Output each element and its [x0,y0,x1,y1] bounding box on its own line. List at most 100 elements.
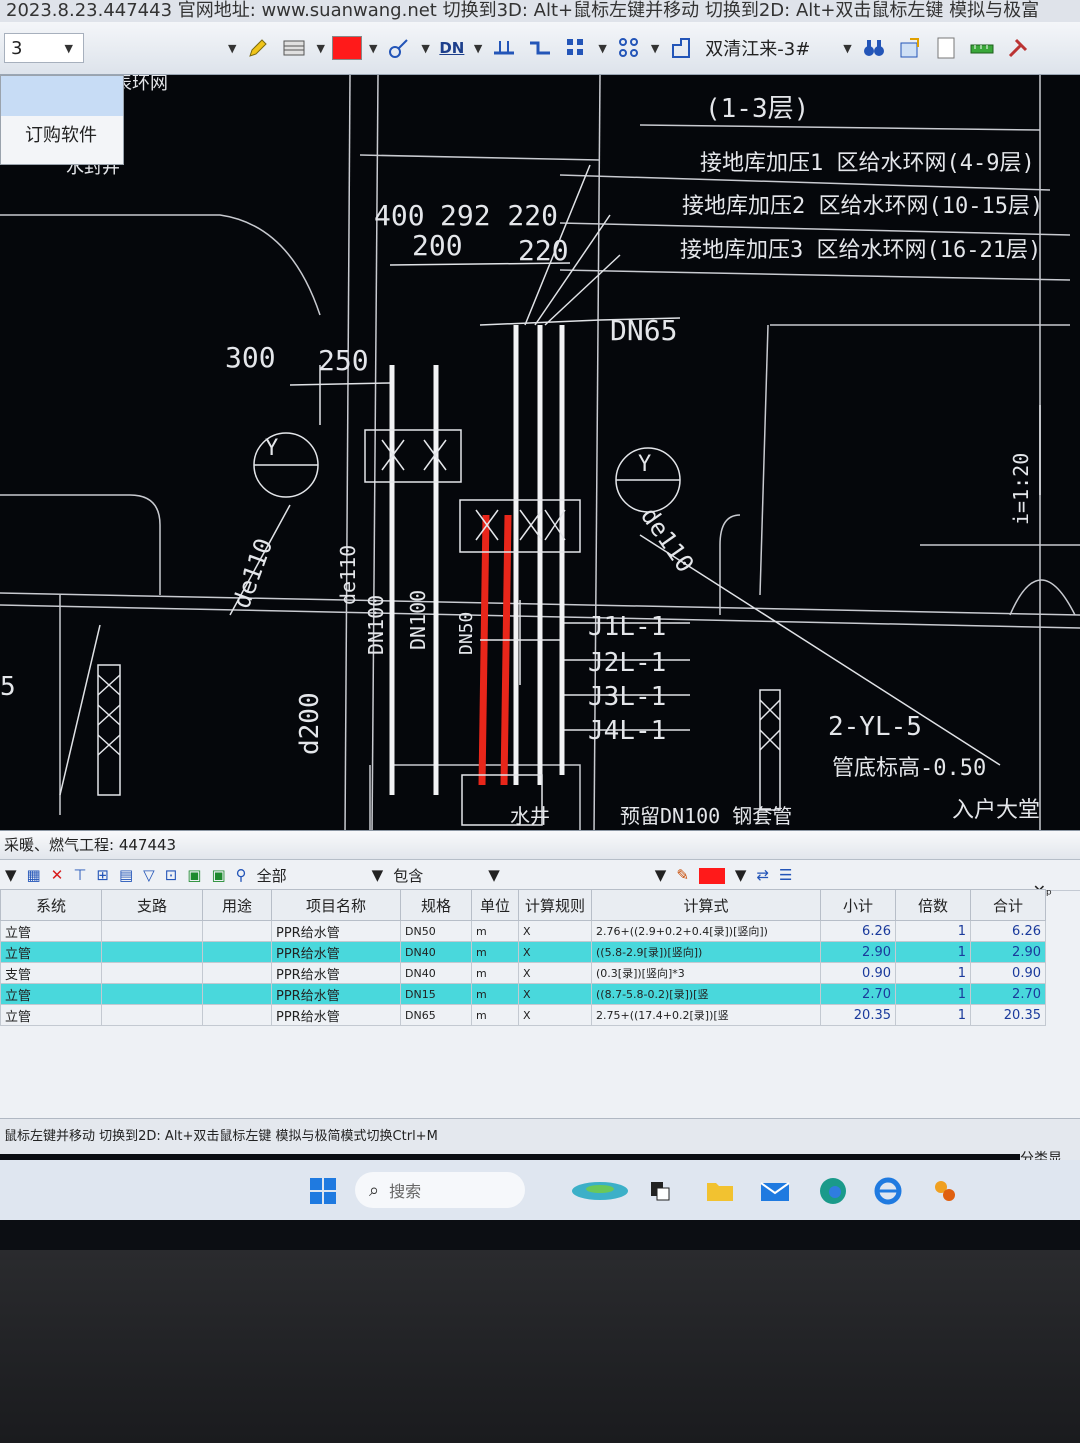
cell-subtotal[interactable]: 6.26 [820,920,896,942]
snap-icon[interactable] [384,33,414,63]
cell-total[interactable]: 2.70 [970,983,1046,1005]
cell-spec[interactable]: DN15 [400,983,472,1005]
cell-branch[interactable] [101,941,203,963]
cell-system[interactable]: 立管 [0,983,102,1005]
brush-icon[interactable]: ✎ [676,866,689,884]
ie-browser-icon[interactable] [873,1176,903,1206]
cell-rule[interactable]: X [518,920,592,942]
color-swatch-icon[interactable] [698,866,725,884]
cell-system[interactable]: 支管 [0,962,102,984]
col-subtotal[interactable]: 小计 [820,889,896,921]
cell-formula[interactable]: 2.76+((2.9+0.2+0.4[录])[竖向]) [591,920,821,942]
cell-subtotal[interactable]: 20.35 [820,1004,896,1026]
floor-select[interactable]: 3 ▼ [4,33,84,63]
col-branch[interactable]: 支路 [101,889,203,921]
export-table-icon[interactable]: ▣ [211,866,225,884]
connector-icon[interactable] [525,33,555,63]
col-unit[interactable]: 单位 [471,889,519,921]
cell-use[interactable] [202,1004,272,1026]
col-system[interactable]: 系统 [0,889,102,921]
drawing-select[interactable]: 双清江来-3# [699,33,839,63]
cell-total[interactable]: 0.90 [970,962,1046,984]
cell-formula[interactable]: (0.3[录])[竖向]*3 [591,962,821,984]
col-formula[interactable]: 计算式 [591,889,821,921]
cell-spec[interactable]: DN40 [400,962,472,984]
chevron-down-icon[interactable]: ▼ [651,42,659,55]
chevron-down-icon[interactable]: ▼ [316,42,324,55]
cell-rule[interactable]: X [518,962,592,984]
cell-name[interactable]: PPR给水管 [271,983,401,1005]
dots-grid-icon[interactable] [614,33,644,63]
cell-total[interactable]: 6.26 [970,920,1046,942]
cell-branch[interactable] [101,983,203,1005]
cell-use[interactable] [202,920,272,942]
cell-spec[interactable]: DN50 [400,920,472,942]
widgets-icon[interactable] [570,1176,630,1206]
search-table-icon[interactable]: ⊡ [165,866,178,884]
cell-subtotal[interactable]: 0.90 [820,962,896,984]
cell-name[interactable]: PPR给水管 [271,1004,401,1026]
table-row[interactable]: 立管 PPR给水管 DN40 m X ((5.8-2.9[录])[竖向]) 2.90 1 2.9… [0,941,1046,963]
windows-start-icon[interactable] [308,1176,338,1206]
app-icon[interactable] [930,1176,960,1206]
measure-icon[interactable] [967,33,997,63]
cell-name[interactable]: PPR给水管 [271,920,401,942]
excel-icon[interactable]: ▣ [187,866,201,884]
cell-total[interactable]: 2.90 [970,941,1046,963]
cell-system[interactable]: 立管 [0,1004,102,1026]
table-row[interactable]: 立管 PPR给水管 DN50 m X 2.76+((2.9+0.2+0.4[录])[竖向]… [0,920,1046,942]
cell-unit[interactable]: m [471,962,519,984]
chevron-down-icon[interactable]: ▼ [474,42,482,55]
cell-formula[interactable]: 2.75+((17.4+0.2[录])[竖 [591,1004,821,1026]
insert-row-icon[interactable]: ⊞ [96,866,109,884]
cad-drawing-area[interactable]: (1-3层) 接地库加压1 区给水环网(4-9层) 接地库加压2 区给水环网(1… [0,75,1080,835]
cell-multiple[interactable]: 1 [895,920,971,942]
cell-multiple[interactable]: 1 [895,1004,971,1026]
cell-subtotal[interactable]: 2.70 [820,983,896,1005]
dn-button[interactable]: DN [437,33,467,63]
filter-contain[interactable]: 包含 [393,865,423,886]
chevron-down-icon[interactable]: ▼ [228,42,236,55]
cell-branch[interactable] [101,1004,203,1026]
layer-icon[interactable] [279,33,309,63]
chevron-down-icon[interactable]: ▼ [372,866,384,884]
refresh-icon[interactable]: ⇄ [756,866,769,884]
pin-icon[interactable]: ᵖ [1046,881,1052,909]
chevron-down-icon[interactable]: ▼ [421,42,429,55]
cell-rule[interactable]: X [518,941,592,963]
cell-multiple[interactable]: 1 [895,962,971,984]
cell-subtotal[interactable]: 2.90 [820,941,896,963]
cell-use[interactable] [202,983,272,1005]
cell-unit[interactable]: m [471,920,519,942]
taskbar-search[interactable]: ⌕ 搜索 [355,1172,525,1208]
table-row[interactable]: 立管 PPR给水管 DN65 m X 2.75+((17.4+0.2[录])[竖 20.35… [0,1004,1046,1026]
filter-icon[interactable]: ⊤ [73,866,86,884]
tools-icon[interactable] [1003,33,1033,63]
cell-spec[interactable]: DN40 [400,941,472,963]
pipe-fitting-icon[interactable] [489,33,519,63]
page-icon[interactable] [931,33,961,63]
cell-name[interactable]: PPR给水管 [271,941,401,963]
cell-rule[interactable]: X [518,1004,592,1026]
order-software-menu-item[interactable]: 订购软件 [1,116,123,156]
cell-unit[interactable]: m [471,1004,519,1026]
cell-use[interactable] [202,941,272,963]
col-spec[interactable]: 规格 [400,889,472,921]
cell-use[interactable] [202,962,272,984]
funnel-icon[interactable]: ▽ [143,866,155,884]
cell-name[interactable]: PPR给水管 [271,962,401,984]
chevron-down-icon[interactable]: ▼ [488,866,500,884]
delete-icon[interactable]: ✕ [51,866,64,884]
building-icon[interactable] [666,33,696,63]
pencil-icon[interactable] [243,33,273,63]
export-icon[interactable] [895,33,925,63]
table-icon[interactable]: ▤ [119,866,133,884]
binoculars-icon[interactable] [859,33,889,63]
edit-grid-icon[interactable]: ▦ [27,866,41,884]
cell-total[interactable]: 20.35 [970,1004,1046,1026]
edge-browser-icon[interactable] [818,1176,848,1206]
list-icon[interactable]: ☰ [779,866,792,884]
cell-unit[interactable]: m [471,941,519,963]
chevron-down-icon[interactable]: ▼ [655,866,667,884]
col-total[interactable]: 合计 [970,889,1046,921]
